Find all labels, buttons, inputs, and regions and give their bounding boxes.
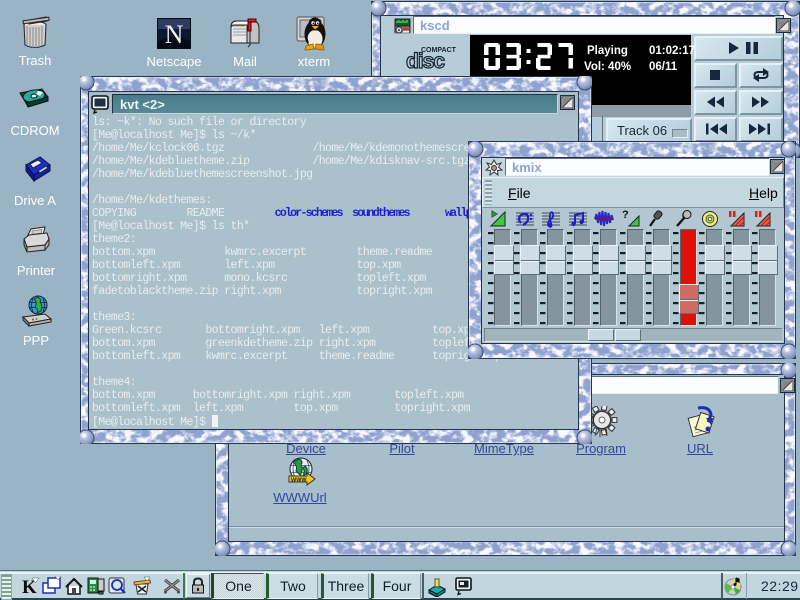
svg-text:?: ?: [622, 209, 629, 221]
svg-text:N: N: [165, 20, 184, 49]
svg-text:WWW: WWW: [291, 478, 307, 484]
